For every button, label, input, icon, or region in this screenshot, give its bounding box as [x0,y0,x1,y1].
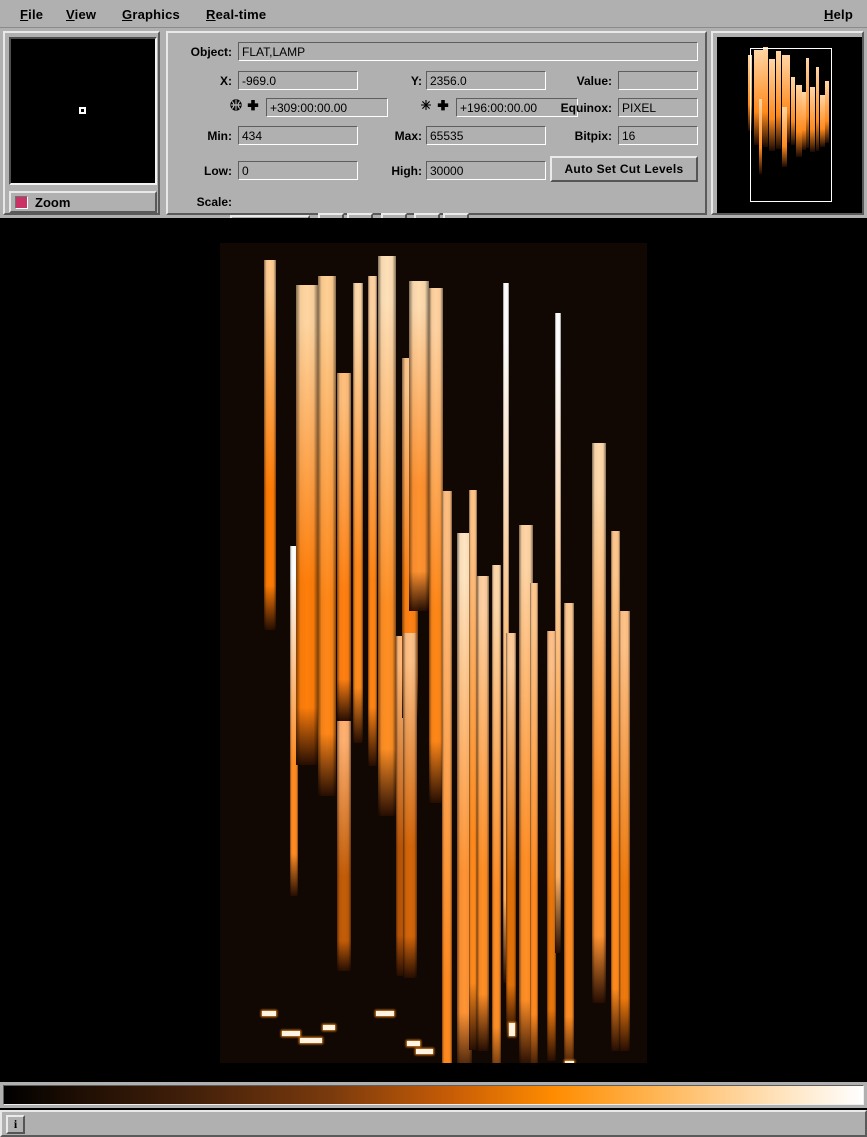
info-icon[interactable]: i [6,1115,25,1134]
spectral-strip [469,490,477,1050]
image-display-area[interactable] [0,218,867,1080]
auto-set-cut-levels-button[interactable]: Auto Set Cut Levels [550,156,698,182]
spectral-strip [368,276,377,766]
slit-marker [407,1041,420,1046]
zoom-toggle-bar[interactable]: Zoom [9,191,157,213]
equinox-label: Equinox: [560,101,612,115]
menu-real-time[interactable]: Real-time [202,6,270,23]
menu-bar: File View Graphics Real-time Help [0,0,867,28]
magnifier-cursor-box [79,107,86,114]
spectral-strip [442,491,452,1063]
x-field[interactable]: -969.0 [238,71,358,90]
slit-marker [565,1061,574,1063]
crosshair-plus-icon[interactable] [246,99,260,116]
spectral-strip [492,565,501,1063]
max-field[interactable]: 65535 [426,126,546,145]
spectral-strip [555,313,561,953]
x-label: X: [220,74,232,88]
value-label: Value: [576,74,612,88]
spectral-strip [530,583,538,1063]
min-label: Min: [207,129,232,143]
colorbar[interactable] [3,1085,864,1105]
slit-marker [300,1038,322,1043]
control-panel-row: Zoom Object: FLAT,LAMP X: -969.0 Y: 2356… [0,28,867,239]
status-bar: i [0,1110,867,1137]
slit-marker [416,1049,433,1054]
equinox-field[interactable]: PIXEL [618,98,698,117]
spectral-strip [506,633,516,1033]
slit-marker [376,1011,394,1016]
zoom-indicator-swatch[interactable] [15,195,28,209]
menu-file[interactable]: File [16,6,47,23]
spectral-strip [353,283,363,743]
zoom-label: Zoom [35,194,71,210]
value-field[interactable] [618,71,698,90]
slit-marker [323,1025,335,1030]
spectral-strip [264,260,276,630]
panner-canvas[interactable] [717,37,862,213]
menu-graphics[interactable]: Graphics [118,6,184,23]
bitpix-label: Bitpix: [574,129,612,143]
crosshair-plus-icon-2[interactable] [436,99,450,116]
globe-icon[interactable] [230,99,244,116]
image-info-panel: Object: FLAT,LAMP X: -969.0 Y: 2356.0 Va… [166,31,707,215]
panner-viewport-rect[interactable] [750,48,832,202]
max-label: Max: [394,129,422,143]
spectral-strip [592,443,606,1003]
spectral-strip [619,611,630,1051]
spectral-strip [337,721,351,971]
slit-marker [262,1011,276,1016]
spectral-strip [409,281,429,611]
slit-marker [282,1031,300,1036]
high-label: High: [391,164,422,178]
star-icon[interactable] [420,99,434,116]
fits-image-canvas[interactable] [220,243,647,1063]
slit-marker [509,1023,515,1036]
scale-label: Scale: [196,195,232,209]
high-field[interactable]: 30000 [426,161,546,180]
spectral-strip [429,288,443,803]
spectral-strip [337,373,351,721]
ra-field[interactable]: +309:00:00.00 [266,98,388,117]
spectral-strip [564,603,574,1063]
bitpix-field[interactable]: 16 [618,126,698,145]
spectral-strip [296,285,318,765]
object-field[interactable]: FLAT,LAMP [238,42,698,61]
magnifier-panel: Zoom [3,31,160,215]
spectral-strip [318,276,336,796]
min-field[interactable]: 434 [238,126,358,145]
object-label: Object: [190,45,232,59]
colorbar-panel [0,1082,867,1108]
panner-panel [711,31,864,215]
y-field[interactable]: 2356.0 [426,71,546,90]
spectral-strip [403,633,417,978]
low-field[interactable]: 0 [238,161,358,180]
low-label: Low: [204,164,232,178]
spectral-strip [477,576,489,1051]
magnifier-canvas[interactable] [9,37,157,185]
menu-help[interactable]: Help [820,6,857,23]
y-label: Y: [410,74,422,88]
menu-view[interactable]: View [62,6,100,23]
spectral-strip [378,256,396,816]
